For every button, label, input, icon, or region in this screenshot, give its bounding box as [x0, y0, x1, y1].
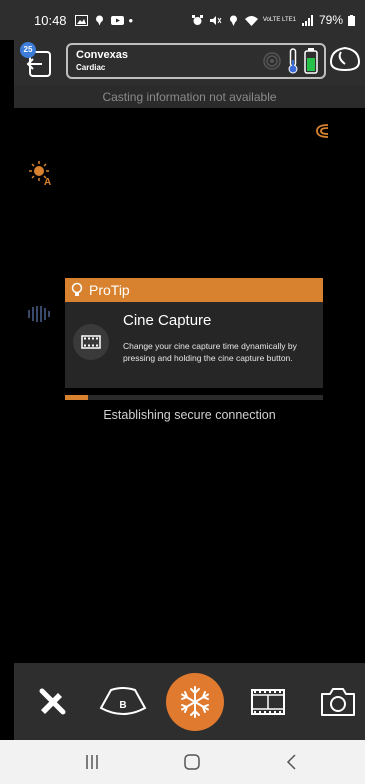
protip-title: Cine Capture: [123, 312, 212, 329]
probe-selector[interactable]: Convexas Cardiac: [66, 43, 326, 79]
imaging-mode-button[interactable]: [327, 44, 363, 76]
status-left-icons: •: [74, 12, 134, 28]
camera-icon: [321, 688, 355, 716]
protip-header-label: ProTip: [89, 282, 130, 298]
signal-icon: [301, 14, 313, 26]
status-bar: 10:48 • VoLTE LTE1 79%: [0, 0, 365, 40]
thermometer-icon: [288, 48, 298, 74]
mute-icon: [209, 15, 222, 25]
recent-apps-button[interactable]: [72, 750, 112, 774]
auto-brightness-icon[interactable]: A: [28, 160, 54, 186]
status-right-icons: VoLTE LTE1 79%: [191, 13, 355, 27]
gallery-icon: [74, 14, 88, 26]
youtube-icon: [110, 15, 124, 25]
back-chevron-icon: [286, 754, 296, 770]
alarm-icon: [191, 14, 203, 25]
location-icon: [229, 15, 237, 26]
capture-image-button[interactable]: [316, 675, 360, 729]
cine-capture-icon: [251, 689, 285, 715]
connection-progress-bar: [65, 395, 323, 400]
network-type: VoLTE LTE1: [262, 16, 296, 23]
home-button[interactable]: [172, 750, 212, 774]
casting-status: Casting information not available: [14, 86, 365, 108]
system-nav-bar: [0, 740, 365, 784]
wireless-signal-icon: [263, 52, 281, 70]
heart-signal-icon[interactable]: [26, 304, 52, 324]
wifi-icon: [244, 15, 258, 26]
contrast-wave-icon: [316, 124, 329, 138]
protip-body: Cine Capture Change your cine capture ti…: [65, 302, 323, 388]
home-icon: [184, 754, 200, 770]
battery-icon: [348, 14, 355, 26]
film-icon: [73, 324, 109, 360]
tools-icon: [39, 688, 66, 715]
lightbulb-icon: [71, 282, 83, 296]
tools-button[interactable]: [32, 675, 72, 729]
connection-status: Establishing secure connection: [103, 408, 276, 422]
b-mode-icon: B: [99, 687, 147, 715]
probe-battery-icon: [304, 48, 318, 74]
more-dot-icon: •: [128, 12, 134, 28]
protip-header: ProTip: [65, 278, 323, 302]
b-mode-button[interactable]: B: [98, 675, 148, 729]
cine-capture-button[interactable]: [248, 675, 288, 729]
scan-mode-icon: [329, 46, 361, 72]
status-time: 10:48: [34, 12, 67, 28]
freeze-icon: [181, 686, 209, 718]
notification-badge: 25: [20, 42, 36, 58]
progress-fill: [65, 395, 89, 400]
probe-status-icons: [262, 48, 318, 74]
protip-text: Change your cine capture time dynamicall…: [123, 341, 297, 363]
protip-card: ProTip Cine Capture Change your cine cap…: [65, 278, 323, 388]
b-mode-label: B: [119, 700, 126, 711]
recent-apps-icon: [86, 755, 98, 769]
bottom-toolbar: B: [14, 663, 365, 740]
exit-button[interactable]: 25: [20, 42, 54, 80]
svg-text:A: A: [44, 177, 51, 186]
location-pin-icon: [95, 15, 103, 25]
app-header: 25 Convexas Cardiac: [14, 40, 365, 86]
battery-percent: 79%: [318, 13, 343, 27]
freeze-button[interactable]: [166, 673, 224, 731]
back-button[interactable]: [272, 750, 312, 774]
